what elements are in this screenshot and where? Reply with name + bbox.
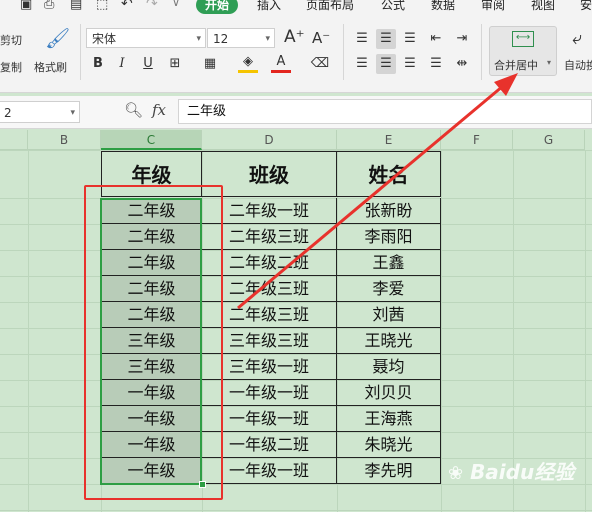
watermark: ❀ Baidu经验: [448, 456, 574, 485]
annotation-arrow: [237, 73, 518, 310]
watermark-text: Baidu经验: [470, 460, 575, 484]
paw-icon: ❀: [448, 463, 464, 484]
annotation-arrow-line: [237, 84, 504, 310]
annotation-arrow-head: [494, 73, 518, 96]
